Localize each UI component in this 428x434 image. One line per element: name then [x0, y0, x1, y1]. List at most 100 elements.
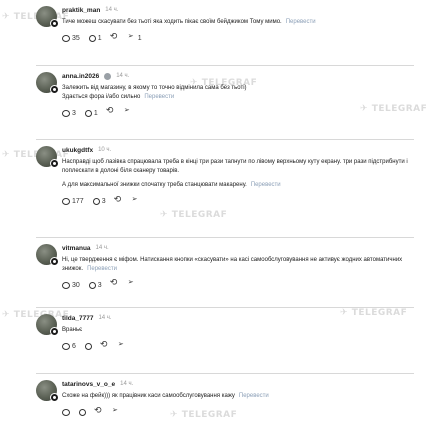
- share-icon: [128, 278, 136, 289]
- share-icon: [112, 406, 120, 417]
- translate-link[interactable]: Перевести: [239, 393, 269, 399]
- avatar[interactable]: [36, 380, 59, 402]
- repost-icon: [94, 405, 103, 417]
- comment-paragraph: А для максимальної знижки спочатку треба…: [62, 182, 247, 188]
- repost-button[interactable]: [110, 31, 119, 43]
- reply-button[interactable]: 1: [84, 109, 98, 117]
- heart-icon: [62, 409, 70, 416]
- translate-link[interactable]: Перевести: [286, 19, 316, 25]
- like-count: 177: [72, 198, 84, 205]
- like-count: 6: [72, 343, 76, 350]
- like-button[interactable]: [62, 409, 70, 416]
- like-button[interactable]: 177: [62, 198, 84, 205]
- avatar[interactable]: [36, 244, 59, 266]
- comment-text: Тиче можеш скасувати без тьотi яка ходит…: [62, 18, 414, 27]
- comment-username[interactable]: anna.in2026: [62, 73, 99, 80]
- comment-item: tatarinovs_v_o_e 14 ч. Схоже на фейк))) …: [36, 374, 414, 434]
- comment-actions: 6: [62, 339, 414, 351]
- like-count: 3: [72, 109, 76, 117]
- reply-button[interactable]: 3: [88, 281, 102, 289]
- like-count: 30: [72, 281, 80, 289]
- heart-icon: [62, 35, 70, 42]
- avatar[interactable]: [36, 72, 59, 94]
- translate-link[interactable]: Перевести: [144, 94, 174, 100]
- comment-paragraph: Схоже на фейк))) як працiвник каси самоо…: [62, 393, 235, 399]
- comment-item: praktik_man 14 ч. Тиче можеш скасувати б…: [36, 0, 414, 66]
- like-button[interactable]: 35: [62, 35, 80, 42]
- reply-icon: [84, 343, 92, 350]
- share-icon: [124, 106, 132, 117]
- comment-username[interactable]: ukukgdtfx: [62, 147, 93, 154]
- share-button[interactable]: [128, 278, 136, 289]
- badge-icon: [50, 393, 59, 402]
- badge-icon: [50, 159, 59, 168]
- comment-text: Насправдi щоб лазiвка спрацювала треба в…: [62, 158, 414, 190]
- comment-username[interactable]: tilda_7777: [62, 315, 93, 322]
- share-button[interactable]: 1: [128, 32, 142, 43]
- reply-icon: [88, 281, 96, 289]
- comment-username[interactable]: vitmanua: [62, 245, 91, 252]
- verified-icon: [104, 72, 112, 80]
- avatar[interactable]: [36, 314, 59, 336]
- comment-time: 14 ч.: [105, 7, 119, 13]
- comment-paragraph: Залежить вiд магазину, в якому то точно …: [62, 85, 247, 91]
- like-button[interactable]: 3: [62, 109, 76, 117]
- reply-icon: [92, 198, 100, 205]
- badge-icon: [50, 19, 59, 28]
- comment-actions: 30 3: [62, 277, 414, 289]
- heart-icon: [62, 281, 70, 289]
- share-button[interactable]: [132, 195, 140, 206]
- repost-icon: [110, 277, 119, 289]
- repost-icon: [100, 339, 109, 351]
- comment-item: anna.in2026 14 ч. Залежить вiд магазину,…: [36, 66, 414, 140]
- translate-link[interactable]: Перевести: [87, 266, 117, 272]
- reply-button[interactable]: [84, 343, 92, 350]
- share-icon: [132, 195, 140, 206]
- translate-link[interactable]: Перевести: [251, 182, 281, 188]
- reply-count: 1: [93, 109, 98, 117]
- reply-button[interactable]: [79, 409, 86, 416]
- heart-icon: [62, 343, 70, 350]
- comment-actions: 177 3: [62, 194, 414, 206]
- repost-button[interactable]: [114, 194, 123, 206]
- share-button[interactable]: [112, 406, 120, 417]
- like-button[interactable]: 6: [62, 343, 76, 350]
- comment-time: 14 ч.: [98, 315, 112, 321]
- share-icon: [128, 32, 136, 43]
- comment-paragraph: Тиче можеш скасувати без тьотi яка ходит…: [62, 19, 282, 25]
- reply-count: 1: [97, 35, 102, 42]
- share-icon: [118, 340, 126, 351]
- avatar[interactable]: [36, 6, 59, 28]
- comment-paragraph: Здається фора i/або сильно: [62, 93, 141, 100]
- badge-icon: [50, 85, 59, 94]
- comments-feed: praktik_man 14 ч. Тиче можеш скасувати б…: [0, 0, 428, 434]
- comment-username[interactable]: tatarinovs_v_o_e: [62, 381, 115, 388]
- comment-username[interactable]: praktik_man: [62, 7, 100, 14]
- comment-actions: 3 1: [62, 105, 414, 117]
- like-button[interactable]: 30: [62, 281, 80, 289]
- comment-item: ukukgdtfx 10 ч. Насправдi щоб лазiвка сп…: [36, 140, 414, 238]
- avatar[interactable]: [36, 146, 59, 168]
- comment-paragraph: Насправдi щоб лазiвка спрацювала треба в…: [62, 159, 408, 174]
- repost-button[interactable]: [106, 105, 115, 117]
- heart-icon: [62, 109, 70, 117]
- comment-item: tilda_7777 14 ч. Враньє 6: [36, 308, 414, 374]
- comment-item: vitmanua 14 ч. Нi, це твердження є мiфом…: [36, 238, 414, 308]
- like-count: 35: [72, 35, 80, 42]
- reply-count: 3: [101, 198, 106, 205]
- repost-icon: [114, 194, 123, 206]
- repost-button[interactable]: [110, 277, 119, 289]
- comment-time: 10 ч.: [98, 147, 112, 153]
- comment-actions: 35 1 1: [62, 31, 414, 43]
- repost-button[interactable]: [100, 339, 109, 351]
- comment-paragraph: Враньє: [62, 327, 83, 333]
- reply-icon: [79, 409, 86, 416]
- share-button[interactable]: [124, 106, 132, 117]
- share-button[interactable]: [118, 340, 126, 351]
- reply-button[interactable]: 3: [92, 198, 106, 205]
- repost-button[interactable]: [94, 405, 103, 417]
- reply-button[interactable]: 1: [88, 35, 102, 42]
- comment-time: 14 ч.: [95, 245, 109, 251]
- comment-text: Залежить вiд магазину, в якому то точно …: [62, 84, 414, 101]
- reply-icon: [84, 109, 92, 117]
